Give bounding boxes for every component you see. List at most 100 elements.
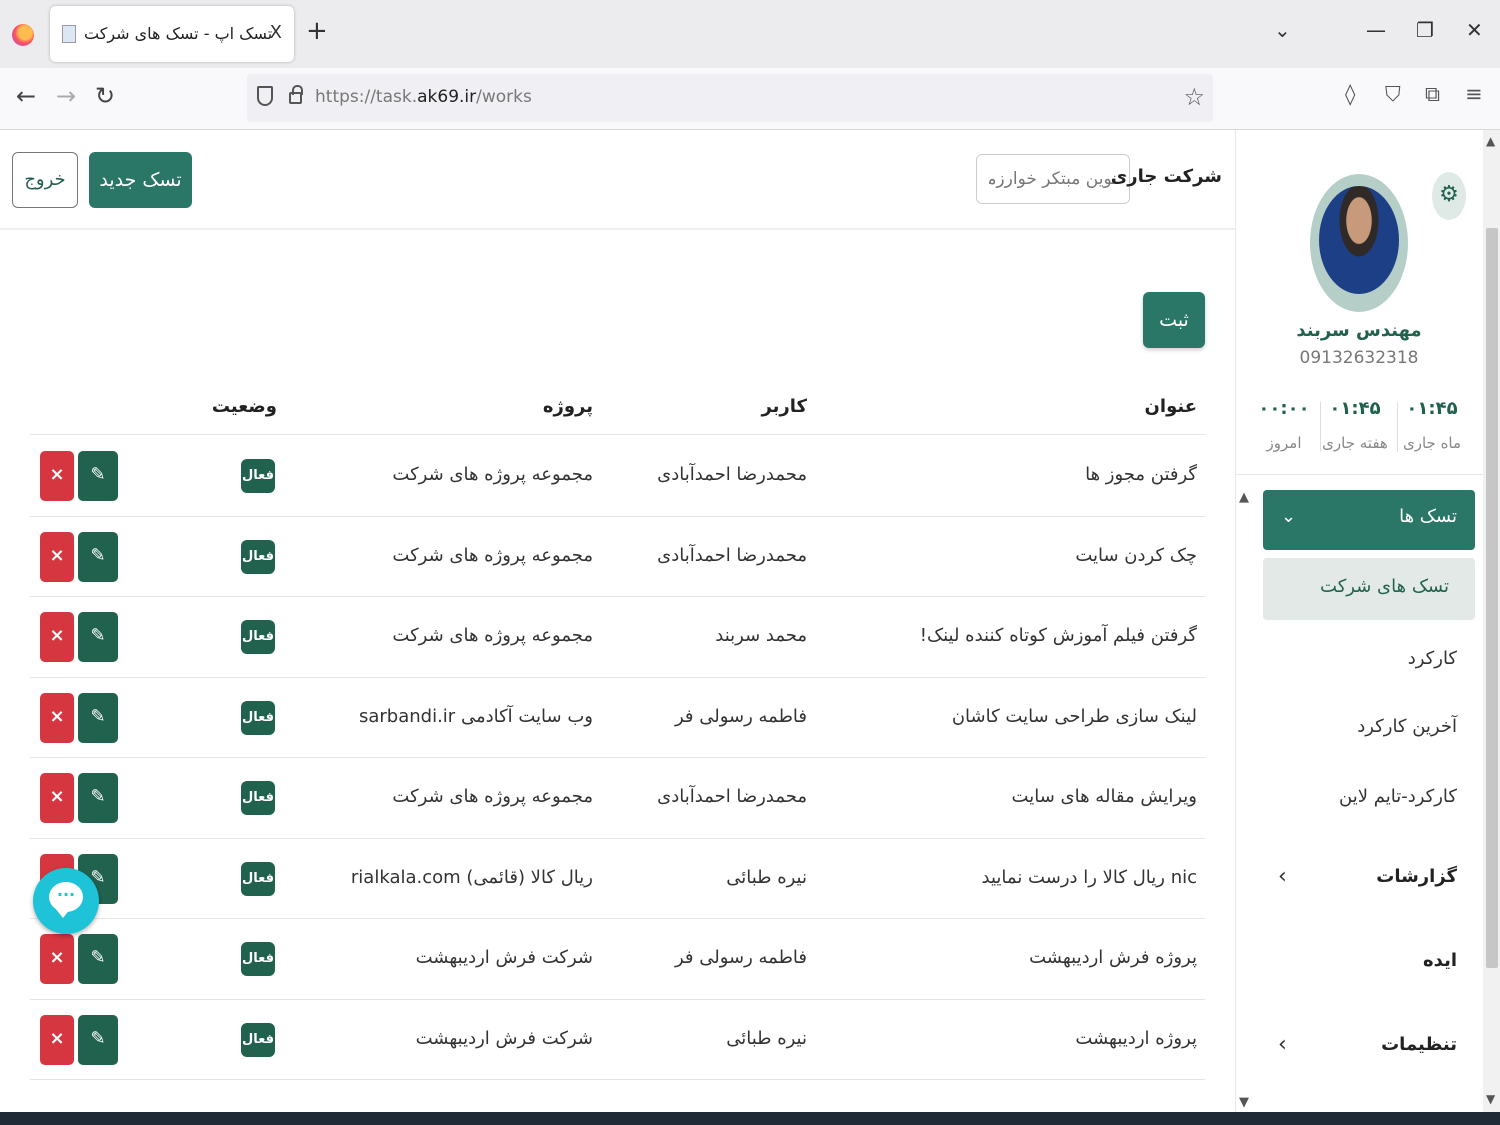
status-badge: فعال — [241, 620, 275, 655]
company-label: شرکت جاری — [1110, 166, 1222, 187]
task-title: پروژه فرش اردیبهشت — [1029, 947, 1197, 969]
chat-widget-button[interactable]: ··· — [33, 868, 99, 934]
task-title: گرفتن مجوز ها — [1085, 464, 1197, 486]
row-divider — [30, 515, 1205, 517]
task-project: شرکت فرش اردیبهشت — [415, 947, 593, 969]
chevron-left-icon[interactable]: ‹ — [1278, 864, 1287, 889]
sidebar-item-idea[interactable]: ایده — [1423, 950, 1457, 971]
sidebar-item-label: تسک ها — [1399, 506, 1457, 527]
stat-month-value: ۰۱:۴۵ — [1406, 398, 1458, 419]
main-content: خروج تسک جدید شرکت جاری ثبت عنوان کاربر … — [0, 130, 1235, 1112]
sidebar-item-last-work[interactable]: آخرین کارکرد — [1357, 716, 1457, 737]
page-scroll-thumb[interactable] — [1486, 228, 1498, 968]
status-badge: فعال — [241, 539, 275, 574]
task-title: nic ریال کالا را درست نمایید — [981, 866, 1197, 888]
edit-button[interactable]: ✎ — [78, 612, 118, 663]
window-close-icon[interactable]: ✕ — [1466, 18, 1483, 42]
column-header-user[interactable]: کاربر — [761, 396, 807, 417]
stat-today-label: امروز — [1266, 434, 1302, 452]
reload-icon[interactable]: ↻ — [95, 84, 115, 108]
submit-button[interactable]: ثبت — [1143, 292, 1205, 348]
tab-list-chevron-icon[interactable]: ⌄ — [1274, 18, 1291, 42]
sidebar-item-tasks[interactable]: تسک ها ⌄ — [1263, 490, 1475, 550]
task-user: محمدرضا احمدآبادی — [657, 464, 807, 486]
task-project: وب سایت آکادمی sarbandi.ir — [358, 705, 593, 727]
sidebar-item-timeline[interactable]: کارکرد-تایم لاین — [1339, 786, 1457, 807]
firefox-icon[interactable] — [12, 24, 34, 46]
task-title: لینک سازی طراحی سایت کاشان — [951, 705, 1197, 727]
delete-button[interactable]: × — [40, 612, 74, 663]
edit-button[interactable]: ✎ — [78, 531, 118, 582]
page-scrollbar[interactable]: ▲ ▼ — [1483, 130, 1500, 1112]
delete-button[interactable]: × — [40, 1014, 74, 1065]
sidebar-scrollbar[interactable]: ▲ ▼ — [1239, 490, 1253, 1110]
edit-button[interactable]: ✎ — [78, 934, 118, 985]
new-tab-button[interactable]: + — [306, 18, 328, 44]
address-bar[interactable]: https://task.ak69.ir/works ☆ — [247, 74, 1213, 122]
bookmark-star-icon[interactable]: ☆ — [1183, 83, 1205, 111]
task-user: فاطمه رسولی فر — [674, 947, 807, 969]
row-divider — [30, 676, 1205, 678]
tab-close-icon[interactable]: X — [270, 22, 282, 43]
browser-tab[interactable]: تسک اپ - تسک های شرکت X — [50, 6, 294, 62]
edit-button[interactable]: ✎ — [78, 692, 118, 743]
task-user: محمد سربند — [715, 625, 807, 647]
task-project: ریال کالا (قائمی) rialkala.com — [350, 866, 593, 888]
row-divider — [30, 596, 1205, 597]
extensions-icon[interactable]: ⧉ — [1425, 84, 1440, 105]
delete-button[interactable]: × — [40, 773, 74, 824]
scroll-down-icon[interactable]: ▼ — [1239, 1095, 1249, 1110]
edit-button[interactable]: ✎ — [78, 1014, 118, 1065]
restore-icon[interactable]: ❐ — [1416, 18, 1434, 42]
sidebar-item-company-tasks[interactable]: تسک های شرکت — [1263, 558, 1475, 620]
forward-icon[interactable]: → — [56, 84, 76, 108]
status-badge: فعال — [241, 700, 275, 735]
os-taskbar — [0, 1112, 1500, 1125]
chat-bubble-tail — [55, 908, 71, 918]
chevron-left-icon[interactable]: ‹ — [1278, 1032, 1287, 1057]
scroll-up-icon[interactable]: ▲ — [1486, 134, 1495, 148]
column-header-title[interactable]: عنوان — [1145, 396, 1197, 417]
menu-icon[interactable]: ≡ — [1465, 84, 1483, 105]
chevron-down-icon: ⌄ — [1281, 506, 1297, 527]
status-badge: فعال — [241, 459, 275, 494]
task-project: مجموعه پروژه های شرکت — [392, 464, 593, 486]
task-title: ویرایش مقاله های سایت — [1011, 786, 1197, 808]
task-title: چک کردن سایت — [1075, 544, 1197, 566]
column-header-status[interactable]: وضعیت — [212, 396, 277, 417]
sidebar-item-reports[interactable]: گزارشات — [1376, 866, 1457, 887]
user-name: مهندس سربند — [1296, 320, 1422, 341]
edit-button[interactable]: ✎ — [78, 451, 118, 502]
delete-button[interactable]: × — [40, 531, 74, 582]
sidebar-item-work[interactable]: کارکرد — [1408, 648, 1457, 669]
delete-button[interactable]: × — [40, 451, 74, 502]
pocket-icon[interactable]: ◊ — [1345, 84, 1355, 105]
logout-button[interactable]: خروج — [12, 152, 78, 208]
sidebar-item-label: تسک های شرکت — [1320, 576, 1449, 597]
minimize-icon[interactable]: — — [1366, 18, 1386, 42]
task-title: گرفتن فیلم آموزش کوتاه کننده لینک! — [919, 625, 1197, 647]
delete-button[interactable]: × — [40, 934, 74, 985]
delete-button[interactable]: × — [40, 692, 74, 743]
avatar[interactable] — [1310, 174, 1408, 312]
scroll-down-icon[interactable]: ▼ — [1486, 1092, 1495, 1106]
stat-today-value: ۰۰:۰۰ — [1258, 398, 1310, 419]
lock-icon[interactable] — [289, 85, 303, 104]
new-task-button[interactable]: تسک جدید — [89, 152, 192, 208]
scroll-up-icon[interactable]: ▲ — [1239, 490, 1249, 505]
back-icon[interactable]: ← — [16, 84, 36, 108]
sidebar-item-settings[interactable]: تنظیمات — [1381, 1034, 1457, 1055]
task-user: فاطمه رسولی فر — [674, 705, 807, 727]
row-divider — [30, 1079, 1205, 1080]
shield-icon[interactable] — [257, 86, 273, 106]
header-divider — [30, 434, 1205, 435]
gear-icon[interactable]: ⚙ — [1432, 172, 1466, 220]
column-header-project[interactable]: پروژه — [543, 396, 593, 417]
vpn-icon[interactable]: ⛉ — [1385, 84, 1401, 105]
top-bar: خروج تسک جدید شرکت جاری — [0, 130, 1235, 230]
edit-button[interactable]: ✎ — [78, 773, 118, 824]
row-divider — [30, 918, 1205, 919]
company-select[interactable] — [976, 154, 1130, 204]
sidebar-divider — [1236, 474, 1484, 475]
url-text[interactable]: https://task.ak69.ir/works — [315, 87, 532, 107]
